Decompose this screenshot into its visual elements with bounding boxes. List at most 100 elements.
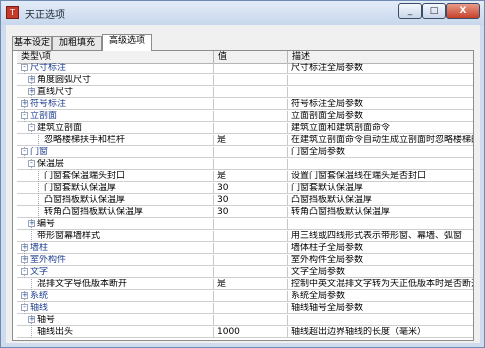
row-label-cell[interactable]: - 保温层 <box>17 159 214 170</box>
tree-line <box>38 171 39 182</box>
row-value[interactable]: 是 <box>214 171 288 182</box>
close-button[interactable]: X <box>446 3 480 19</box>
expand-icon[interactable]: + <box>28 220 35 227</box>
expand-icon[interactable]: + <box>21 100 28 107</box>
row-value[interactable] <box>214 75 288 86</box>
row-value[interactable]: 30 <box>214 207 288 218</box>
table-row[interactable]: 带形窗幕墙样式 用三线或四线形式表示带形窗、幕墙、弧窗 <box>17 231 473 242</box>
header-description[interactable]: 描述 <box>288 51 473 63</box>
tree-line <box>38 195 39 206</box>
tab-bold-fill[interactable]: 加粗填充 <box>52 36 102 50</box>
row-value[interactable] <box>214 219 288 230</box>
row-label-cell[interactable]: 忽略楼梯扶手和栏杆 <box>17 135 214 146</box>
table-row[interactable]: 轴线出头 1000 轴线超出边界轴线的长度（毫米） <box>17 327 473 338</box>
table-row[interactable]: + 室外构件 室外构件全局参数 <box>17 255 473 266</box>
table-row[interactable]: - 轴线 轴线轴号全局参数 <box>17 303 473 314</box>
expand-icon[interactable]: + <box>28 316 35 323</box>
row-label-cell[interactable]: 轴线出头 <box>17 327 214 338</box>
header-type[interactable]: 类型\项 <box>17 51 214 63</box>
expand-icon[interactable]: + <box>28 88 35 95</box>
expand-icon[interactable]: + <box>21 244 28 251</box>
collapse-icon[interactable]: - <box>28 160 35 167</box>
row-value[interactable] <box>214 87 288 98</box>
row-label-cell[interactable]: + 室外构件 <box>17 255 214 266</box>
table-row[interactable]: - 保温层 <box>17 159 473 170</box>
table-row[interactable]: 凸窗挡板默认保温厚 30 凸窗挡板默认保温厚 <box>17 195 473 206</box>
row-label-cell[interactable]: - 建筑立剖面 <box>17 123 214 134</box>
row-value[interactable] <box>214 267 288 278</box>
row-label-cell[interactable]: + 墙柱 <box>17 243 214 254</box>
row-label-cell[interactable]: + 角度圆弧尺寸 <box>17 75 214 86</box>
row-value[interactable]: 是 <box>214 279 288 290</box>
collapse-icon[interactable]: - <box>21 268 28 275</box>
table-row[interactable]: 门窗套默认保温厚 30 门窗套默认保温厚 <box>17 183 473 194</box>
table-row[interactable]: + 轴号 <box>17 315 473 326</box>
property-grid[interactable]: 类型\项 值 描述 - 尺寸标注 尺寸标注全局参数 + 角度圆弧尺寸 + 直线尺寸 + 符号标注… <box>17 51 473 340</box>
row-label-cell[interactable]: 门窗套默认保温厚 <box>17 183 214 194</box>
table-row[interactable]: - 建筑立剖面 建筑立面和建筑剖面命令 <box>17 123 473 134</box>
collapse-icon[interactable]: - <box>21 304 28 311</box>
row-label-cell[interactable]: - 立剖面 <box>17 111 214 122</box>
title-bar[interactable]: T 天正选项 _ □ X <box>1 1 484 25</box>
row-label-cell[interactable]: + 符号标注 <box>17 99 214 110</box>
row-value[interactable] <box>214 99 288 110</box>
row-label-cell[interactable]: 门窗套保温端头封口 <box>17 171 214 182</box>
row-label-cell[interactable]: + 轴号 <box>17 315 214 326</box>
row-label: 符号标注 <box>30 99 67 109</box>
row-value[interactable]: 1000 <box>214 327 288 338</box>
row-label-cell[interactable]: 带形窗幕墙样式 <box>17 231 214 242</box>
row-value[interactable] <box>214 63 288 74</box>
row-label-cell[interactable]: + 编号 <box>17 219 214 230</box>
row-value[interactable]: 30 <box>214 183 288 194</box>
row-value[interactable] <box>214 123 288 134</box>
row-value[interactable] <box>214 147 288 158</box>
row-value[interactable] <box>214 255 288 266</box>
row-label-cell[interactable]: - 尺寸标注 <box>17 63 214 74</box>
table-row[interactable]: 转角凸窗挡板默认保温厚 30 转角凸窗挡板默认保温厚 <box>17 207 473 218</box>
row-label-cell[interactable]: - 轴线 <box>17 303 214 314</box>
row-label-cell[interactable]: + 直线尺寸 <box>17 87 214 98</box>
minimize-button[interactable]: _ <box>398 3 422 19</box>
table-row[interactable]: + 系统 系统全局参数 <box>17 291 473 302</box>
collapse-icon[interactable]: - <box>21 64 28 71</box>
row-label-cell[interactable]: - 文字 <box>17 267 214 278</box>
collapse-icon[interactable]: - <box>21 112 28 119</box>
row-value[interactable] <box>214 111 288 122</box>
table-row[interactable]: - 尺寸标注 尺寸标注全局参数 <box>17 63 473 74</box>
row-label-cell[interactable]: + 系统 <box>17 291 214 302</box>
table-row[interactable]: + 角度圆弧尺寸 <box>17 75 473 86</box>
row-value[interactable] <box>214 291 288 302</box>
expand-icon[interactable]: + <box>21 292 28 299</box>
table-row[interactable]: - 门窗 门窗全局参数 <box>17 147 473 158</box>
row-value[interactable] <box>214 303 288 314</box>
table-row[interactable]: + 墙柱 墙体柱子全局参数 <box>17 243 473 254</box>
expand-icon[interactable]: + <box>28 76 35 83</box>
table-row[interactable]: 忽略楼梯扶手和栏杆 是在建筑立剖面命令自动生成立剖面时忽略楼梯的扶 <box>17 135 473 146</box>
expand-icon[interactable]: + <box>21 256 28 263</box>
table-row[interactable]: 混排文字导低版本断开 是控制中英文混排文字转为天正低版本时是否断开 <box>17 279 473 290</box>
row-value[interactable] <box>214 231 288 242</box>
table-row[interactable]: - 立剖面 立面剖面全局参数 <box>17 111 473 122</box>
row-value[interactable]: 30 <box>214 195 288 206</box>
row-value[interactable] <box>214 243 288 254</box>
row-description <box>288 159 473 170</box>
tab-advanced-options[interactable]: 高级选项 <box>102 34 152 51</box>
table-row[interactable]: + 编号 <box>17 219 473 230</box>
row-label-cell[interactable]: 混排文字导低版本断开 <box>17 279 214 290</box>
table-row[interactable]: + 直线尺寸 <box>17 87 473 98</box>
collapse-icon[interactable]: - <box>28 124 35 131</box>
tab-basic-settings[interactable]: 基本设定 <box>12 36 52 50</box>
row-value[interactable]: 是 <box>214 135 288 146</box>
table-row[interactable]: 门窗套保温端头封口 是设置门窗套保温线在端头是否封口 <box>17 171 473 182</box>
row-label: 凸窗挡板默认保温厚 <box>44 195 126 205</box>
row-label-cell[interactable]: - 门窗 <box>17 147 214 158</box>
table-row[interactable]: + 符号标注 符号标注全局参数 <box>17 99 473 110</box>
maximize-button[interactable]: □ <box>422 3 446 19</box>
row-label-cell[interactable]: 凸窗挡板默认保温厚 <box>17 195 214 206</box>
collapse-icon[interactable]: - <box>21 148 28 155</box>
row-label-cell[interactable]: 转角凸窗挡板默认保温厚 <box>17 207 214 218</box>
table-row[interactable]: - 文字 文字全局参数 <box>17 267 473 278</box>
row-value[interactable] <box>214 159 288 170</box>
row-value[interactable] <box>214 315 288 326</box>
header-value[interactable]: 值 <box>214 51 288 63</box>
